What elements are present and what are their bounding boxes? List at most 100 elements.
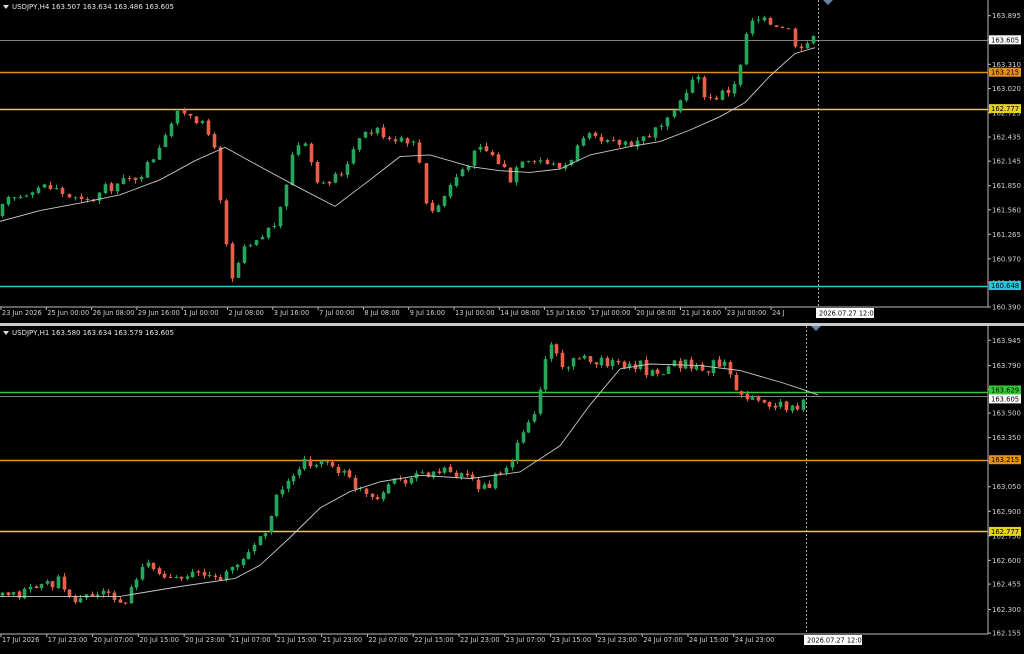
time-tick-label: 29 Jun 16:00 <box>138 309 180 317</box>
time-tick-label: 23 Jun 2026 <box>2 309 42 317</box>
price-label-current: 163.605 <box>991 395 1019 403</box>
price-tick-label: 162.145 <box>992 158 1021 166</box>
candle <box>543 356 548 393</box>
candle <box>194 116 199 125</box>
price-tick-label: 162.600 <box>992 557 1021 565</box>
time-tick-label: 7 Jul 00:00 <box>319 309 354 317</box>
price-label-current: 163.605 <box>991 36 1019 44</box>
crosshair-time-label: 2026.07.27 12:00 <box>807 637 866 645</box>
chart-header: USDJPY,H4 163.507 163.634 163.486 163.60… <box>12 3 174 11</box>
candle <box>22 587 27 600</box>
time-tick-label: 2 Jul 08:00 <box>229 309 264 317</box>
time-tick-label: 23 Jul 23:00 <box>597 636 637 644</box>
price-label-orange: 163.215 <box>991 69 1019 77</box>
time-tick-label: 24 Jul 23:00 <box>735 636 775 644</box>
time-tick-label: 25 Jun 00:00 <box>47 309 89 317</box>
candle <box>678 99 683 113</box>
price-tick-label: 162.435 <box>992 134 1021 142</box>
price-label-cyan: 160.648 <box>991 282 1019 290</box>
time-tick-label: 1 Jul 00:00 <box>183 309 218 317</box>
price-tick-label: 162.900 <box>992 508 1021 516</box>
candle <box>793 27 798 49</box>
candle <box>744 32 749 66</box>
price-label-green: 163.629 <box>991 386 1019 394</box>
price-tick-label: 160.970 <box>992 255 1021 263</box>
candle <box>515 439 520 465</box>
time-tick-label: 17 Jul 00:00 <box>591 309 631 317</box>
time-tick-label: 8 Jul 08:00 <box>364 309 399 317</box>
candle <box>315 160 320 185</box>
candle <box>720 89 725 101</box>
candle <box>786 28 791 30</box>
time-tick-label: 23 Jul 00:00 <box>727 309 767 317</box>
price-label-yellow: 162.777 <box>991 528 1019 536</box>
time-tick-label: 24 Jul 07:00 <box>643 636 683 644</box>
time-tick-label: 15 Jul 16:00 <box>546 309 586 317</box>
candle <box>738 63 743 88</box>
candle <box>206 118 211 137</box>
price-tick-label: 160.390 <box>992 304 1021 312</box>
time-tick-label: 24 Jul 15:00 <box>689 636 729 644</box>
time-tick-label: 24 J <box>772 309 784 317</box>
candle <box>363 131 368 139</box>
candle <box>417 139 422 164</box>
candle <box>278 206 283 229</box>
candle <box>169 122 174 138</box>
candle <box>442 195 447 208</box>
time-tick-label: 3 Jul 16:00 <box>274 309 309 317</box>
crosshair-time-label: 2026.07.27 12:00 <box>819 310 878 318</box>
candle <box>218 145 223 204</box>
time-tick-label: 21 Jul 16:00 <box>682 309 722 317</box>
candle <box>284 183 289 210</box>
time-tick-label: 9 Jul 16:00 <box>410 309 445 317</box>
price-tick-label: 162.155 <box>992 630 1021 638</box>
candle <box>258 536 263 546</box>
h1-chart[interactable]: 163.945163.790163.645163.500163.350163.2… <box>0 326 1024 650</box>
price-label-orange: 163.215 <box>991 456 1019 464</box>
time-tick-label: 26 Jun 08:00 <box>93 309 135 317</box>
price-tick-label: 163.310 <box>992 61 1021 69</box>
time-tick-label: 13 Jul 00:00 <box>455 309 495 317</box>
candle <box>224 198 229 247</box>
time-tick-label: 23 Jul 15:00 <box>552 636 592 644</box>
candle <box>424 163 429 205</box>
chart-header: USDJPY,H1 163.580 163.634 163.579 163.60… <box>12 329 174 337</box>
time-tick-label: 20 Jul 23:00 <box>185 636 225 644</box>
price-tick-label: 163.350 <box>992 434 1021 442</box>
candle <box>212 131 217 150</box>
candle <box>266 227 271 240</box>
candle <box>508 167 513 184</box>
h4-chart[interactable]: 163.895163.605163.310163.020162.725162.4… <box>0 0 1024 322</box>
time-tick-label: 22 Jul 07:00 <box>368 636 408 644</box>
h4-chart-panel[interactable]: 163.895163.605163.310163.020162.725162.4… <box>0 0 1024 322</box>
time-tick-label: 23 Jul 07:00 <box>506 636 546 644</box>
time-tick-label: 17 Jul 23:00 <box>48 636 88 644</box>
price-tick-label: 162.455 <box>992 581 1021 589</box>
candle <box>448 183 453 199</box>
candle <box>768 16 773 26</box>
candle <box>672 359 677 367</box>
candle <box>683 359 688 370</box>
time-tick-label: 20 Jul 07:00 <box>94 636 134 644</box>
price-tick-label: 163.790 <box>992 362 1021 370</box>
candle <box>0 203 5 218</box>
time-tick-label: 22 Jul 15:00 <box>414 636 454 644</box>
price-tick-label: 163.050 <box>992 483 1021 491</box>
candle <box>242 244 247 265</box>
candle <box>290 151 295 186</box>
candle <box>386 482 391 495</box>
time-tick-label: 21 Jul 23:00 <box>323 636 363 644</box>
price-tick-label: 163.020 <box>992 85 1021 93</box>
candle <box>230 241 235 282</box>
price-tick-label: 162.300 <box>992 606 1021 614</box>
time-tick-label: 20 Jul 08:00 <box>636 309 676 317</box>
candle <box>702 75 707 100</box>
time-tick-label: 17 Jul 2026 <box>2 636 39 644</box>
price-tick-label: 163.945 <box>992 337 1021 345</box>
price-tick-label: 161.850 <box>992 182 1021 190</box>
candle <box>575 144 580 162</box>
candle <box>145 160 150 178</box>
price-tick-label: 163.500 <box>992 410 1021 418</box>
candle <box>274 493 279 518</box>
h1-chart-panel[interactable]: 163.945163.790163.645163.500163.350163.2… <box>0 326 1024 650</box>
